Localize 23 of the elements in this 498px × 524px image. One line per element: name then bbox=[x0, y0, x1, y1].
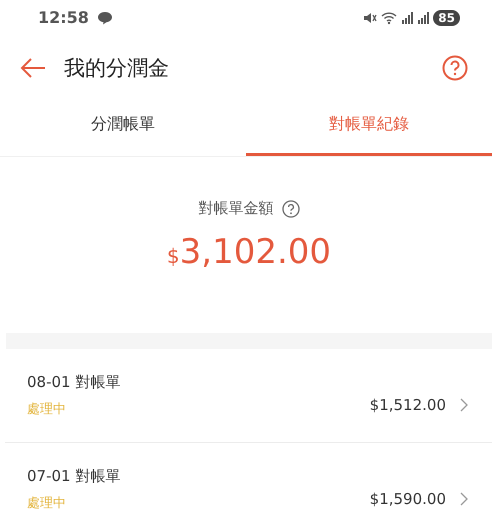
mute-icon bbox=[363, 10, 378, 24]
summary-label: 對帳單金額 bbox=[198, 199, 274, 218]
page-title: 我的分潤金 bbox=[64, 54, 170, 82]
chevron-right-icon[interactable] bbox=[460, 398, 468, 412]
help-icon[interactable] bbox=[282, 200, 300, 218]
tab[interactable]: 分潤帳單 bbox=[0, 100, 246, 156]
chat-bubble-icon bbox=[96, 10, 113, 24]
signal-icon bbox=[401, 12, 414, 24]
statement-title[interactable]: 07-01 對帳單 bbox=[27, 467, 370, 486]
total-amount: $3,102.00 bbox=[166, 232, 332, 272]
statement-amount: $1,590.00 bbox=[370, 490, 446, 508]
back-arrow-icon[interactable] bbox=[20, 58, 46, 78]
tab[interactable]: 對帳單紀錄 bbox=[246, 100, 492, 156]
statement-title[interactable]: 08-01 對帳單 bbox=[27, 373, 370, 392]
chevron-right-icon[interactable] bbox=[460, 492, 468, 506]
statement-status: 處理中 bbox=[27, 401, 67, 418]
status-time: 12:58 bbox=[38, 8, 89, 27]
help-icon[interactable] bbox=[442, 54, 468, 80]
wifi-icon bbox=[381, 10, 398, 24]
battery-level: 85 bbox=[433, 10, 460, 26]
statement-status: 處理中 bbox=[27, 495, 67, 512]
signal-icon bbox=[417, 12, 430, 24]
statement-amount: $1,512.00 bbox=[370, 396, 446, 414]
